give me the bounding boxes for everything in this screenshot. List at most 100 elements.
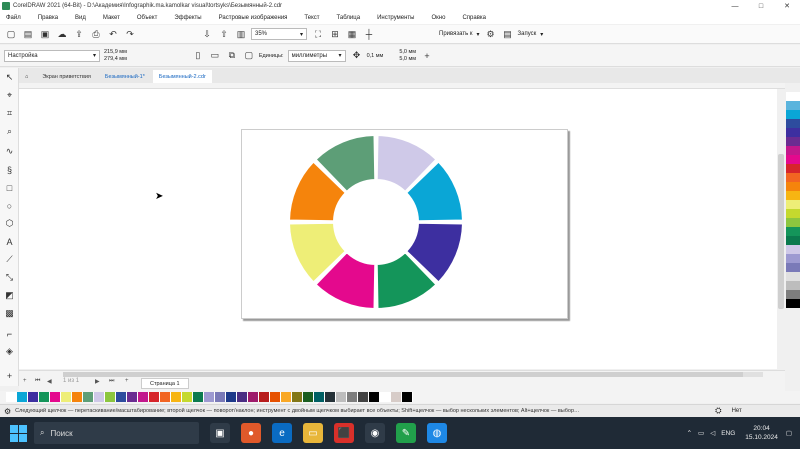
palette-swatch[interactable] [786, 281, 800, 290]
document-palette-swatch[interactable] [149, 392, 160, 402]
document-palette-swatch[interactable] [358, 392, 369, 402]
document-palette-swatch[interactable] [105, 392, 116, 402]
document-palette-swatch[interactable] [369, 392, 380, 402]
palette-swatch[interactable] [786, 200, 800, 209]
menu-window[interactable]: Окно [431, 15, 445, 21]
horizontal-scroll-thumb[interactable] [63, 372, 743, 377]
artistic-media-tool-icon[interactable]: § [3, 163, 16, 176]
minimize-button[interactable]: — [722, 0, 748, 12]
document-palette-swatch[interactable] [248, 392, 259, 402]
document-palette-swatch[interactable] [116, 392, 127, 402]
interactive-fill-tool-icon[interactable]: ◈ [3, 345, 16, 358]
grid-icon[interactable]: ▦ [345, 27, 359, 41]
palette-swatch[interactable] [786, 290, 800, 299]
save-icon[interactable]: ▣ [38, 27, 52, 41]
cloud-icon[interactable]: ☁ [55, 27, 69, 41]
menu-table[interactable]: Таблица [337, 15, 361, 21]
connector-tool-icon[interactable]: ⤡ [3, 271, 16, 284]
document-palette-swatch[interactable] [193, 392, 204, 402]
rectangle-tool-icon[interactable]: □ [3, 181, 16, 194]
palette-swatch[interactable] [786, 101, 800, 110]
settings-gear-icon[interactable]: ⚙ [484, 27, 498, 41]
document-palette-swatch[interactable] [204, 392, 215, 402]
palette-swatch[interactable] [786, 227, 800, 236]
duplicate-y-field[interactable]: 5,0 мм [399, 56, 416, 63]
document-palette-swatch[interactable] [226, 392, 237, 402]
add-page-end-icon[interactable]: + [125, 378, 129, 384]
launch-icon[interactable]: ▤ [501, 27, 515, 41]
duplicate-x-field[interactable]: 5,0 мм [399, 49, 416, 56]
menu-help[interactable]: Справка [462, 15, 486, 21]
menu-object[interactable]: Объект [137, 15, 157, 21]
menu-tools[interactable]: Инструменты [377, 15, 414, 21]
palette-swatch[interactable] [786, 272, 800, 281]
page-1-tab[interactable]: Страница 1 [141, 378, 189, 389]
document-palette-swatch[interactable] [380, 392, 391, 402]
crop-tool-icon[interactable]: ⌗ [3, 107, 16, 120]
snap-to-dropdown-icon[interactable]: ▾ [477, 31, 480, 38]
document-palette-swatch[interactable] [325, 392, 336, 402]
app-icon-3[interactable]: ◍ [427, 423, 447, 443]
new-document-icon[interactable]: ▢ [4, 27, 18, 41]
tray-up-icon[interactable]: ⌃ [687, 429, 692, 437]
document-palette-swatch[interactable] [138, 392, 149, 402]
document-palette-swatch[interactable] [17, 392, 28, 402]
horizontal-scrollbar[interactable] [63, 372, 763, 377]
document-palette-swatch[interactable] [94, 392, 105, 402]
export-icon[interactable]: ⇧ [217, 27, 231, 41]
undo-icon[interactable]: ↶ [106, 27, 120, 41]
edge-browser-icon[interactable]: e [272, 423, 292, 443]
import-icon[interactable]: ⇩ [200, 27, 214, 41]
document-palette-swatch[interactable] [215, 392, 226, 402]
document-palette-swatch[interactable] [171, 392, 182, 402]
page-preset-select[interactable]: Настройка ▾ [4, 49, 100, 62]
eyedropper-tool-icon[interactable]: ⌐ [3, 327, 16, 340]
last-page-icon[interactable]: ⏭ [109, 378, 114, 385]
menu-edit[interactable]: Правка [38, 15, 58, 21]
parallel-dimension-tool-icon[interactable]: ⟋ [3, 253, 16, 266]
portrait-icon[interactable]: ▯ [191, 49, 205, 63]
menu-text[interactable]: Текст [304, 15, 319, 21]
document-palette-swatch[interactable] [160, 392, 171, 402]
menu-effects[interactable]: Эффекты [174, 15, 201, 21]
document-palette-swatch[interactable] [281, 392, 292, 402]
palette-swatch[interactable] [786, 155, 800, 164]
next-page-icon[interactable]: ▶ [95, 378, 100, 385]
palette-swatch[interactable] [786, 236, 800, 245]
document-palette-swatch[interactable] [127, 392, 138, 402]
document-palette-swatch[interactable] [237, 392, 248, 402]
add-tool-icon[interactable]: + [3, 369, 16, 382]
pdf-export-icon[interactable]: ▥ [234, 27, 248, 41]
document-palette-swatch[interactable] [270, 392, 281, 402]
palette-swatch[interactable] [786, 263, 800, 272]
palette-swatch[interactable] [786, 299, 800, 308]
drawing-canvas[interactable]: ➤ [19, 89, 785, 369]
zoom-tool-icon[interactable]: ⌕ [3, 125, 16, 138]
menu-bitmaps[interactable]: Растровые изображения [219, 15, 288, 21]
start-button[interactable] [6, 421, 30, 445]
landscape-icon[interactable]: ▭ [208, 49, 222, 63]
nudge-distance-field[interactable]: 0,1 мм [367, 53, 384, 59]
document-palette-swatch[interactable] [303, 392, 314, 402]
document-palette-swatch[interactable] [6, 392, 17, 402]
tab-welcome-screen[interactable]: Экран приветствия [36, 70, 97, 83]
document-palette-swatch[interactable] [402, 392, 413, 402]
document-palette-swatch[interactable] [39, 392, 50, 402]
document-palette-swatch[interactable] [347, 392, 358, 402]
tab-home-icon[interactable]: ⌂ [19, 70, 34, 83]
ellipse-tool-icon[interactable]: ○ [3, 199, 16, 212]
document-palette-swatch[interactable] [72, 392, 83, 402]
palette-swatch[interactable] [786, 173, 800, 182]
document-palette-swatch[interactable] [292, 392, 303, 402]
palette-swatch[interactable] [786, 218, 800, 227]
app-icon-2[interactable]: ⬛ [334, 423, 354, 443]
add-page-icon[interactable]: + [23, 378, 27, 384]
vertical-scrollbar[interactable] [777, 89, 785, 369]
zoom-level-select[interactable]: 35% ▾ [251, 28, 307, 40]
document-palette-swatch[interactable] [314, 392, 325, 402]
palette-swatch[interactable] [786, 209, 800, 218]
polygon-tool-icon[interactable]: ⬡ [3, 217, 16, 230]
tab-document-2[interactable]: Безымянный-2.cdr [152, 70, 212, 83]
document-palette-swatch[interactable] [182, 392, 193, 402]
all-pages-icon[interactable]: ⧉ [225, 49, 239, 63]
